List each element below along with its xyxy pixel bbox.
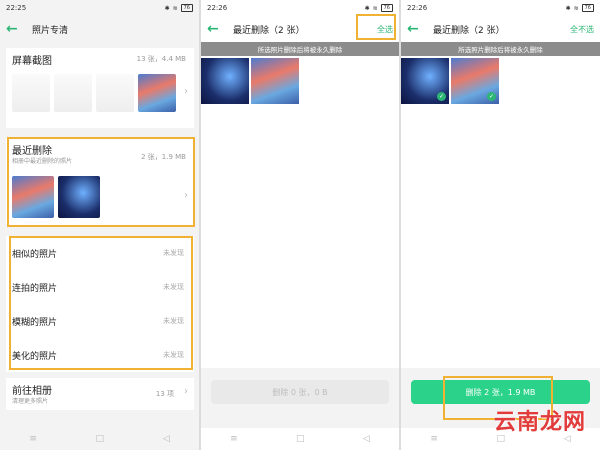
nav-home-icon[interactable]: □ [96, 434, 105, 444]
nav-menu-icon[interactable]: ≡ [230, 434, 238, 444]
wifi-icon: ≋ [372, 4, 378, 12]
go-to-album-card[interactable]: 前往相册 清理更多照片 13 项 › [6, 378, 194, 410]
back-arrow-icon[interactable]: ← [407, 22, 425, 36]
warning-banner: 所选照片删除后将被永久删除 [201, 42, 399, 56]
highlight-box [356, 14, 396, 40]
system-nav-bar: ≡ □ ◁ [0, 428, 199, 450]
chevron-right-icon: › [184, 86, 188, 97]
battery-indicator: 76 [581, 4, 594, 12]
screenshots-title: 屏幕截图 [12, 56, 52, 67]
thumbnail [138, 74, 176, 112]
chevron-right-icon: › [184, 386, 188, 397]
nav-back-icon[interactable]: ◁ [163, 434, 170, 444]
panel-photo-cleanup: 22:25 ✱ ≋ 76 ← 照片专清 屏幕截图 13 张，4.4 MB › 最… [0, 0, 199, 450]
album-meta: 13 项 [155, 390, 174, 398]
status-time: 22:26 [207, 4, 228, 12]
battery-indicator: 76 [380, 4, 393, 12]
panel-recent-deleted: 22:26 ✱ ≋ 76 ← 最近删除（2 张） 全选 所选照片删除后将被永久删… [201, 0, 399, 450]
watermark-logo: 云南龙网 [493, 410, 586, 435]
thumbnail [54, 74, 92, 112]
photo-thumbnail-selected[interactable]: ✓ [451, 58, 499, 104]
header: ← 照片专清 [0, 16, 199, 42]
photo-thumbnail[interactable] [251, 58, 299, 104]
bottom-action-area: 删除 0 张，0 B [201, 368, 399, 428]
page-title: 最近删除（2 张） [233, 25, 305, 36]
deselect-all-button[interactable]: 全不选 [570, 24, 594, 35]
nav-back-icon[interactable]: ◁ [363, 434, 370, 444]
check-icon: ✓ [437, 92, 446, 101]
nav-home-icon[interactable]: □ [296, 434, 305, 444]
bluetooth-icon: ✱ [164, 4, 170, 12]
wifi-icon: ≋ [573, 4, 579, 12]
page-title: 最近删除（2 张） [433, 25, 505, 36]
status-time: 22:25 [6, 4, 27, 12]
back-arrow-icon[interactable]: ← [207, 22, 225, 36]
thumbnail [96, 74, 134, 112]
delete-button[interactable]: 删除 0 张，0 B [211, 380, 389, 404]
nav-menu-icon[interactable]: ≡ [29, 434, 37, 444]
bluetooth-icon: ✱ [364, 4, 370, 12]
warning-banner: 所选照片删除后将被永久删除 [401, 42, 600, 56]
screenshots-meta: 13 张，4.4 MB [136, 55, 186, 63]
highlight-box [7, 137, 195, 227]
check-icon: ✓ [487, 92, 496, 101]
status-bar: 22:26 ✱ ≋ 76 [401, 0, 600, 16]
album-title: 前往相册 [12, 386, 52, 397]
photo-thumbnail[interactable] [201, 58, 249, 104]
thumbnail [12, 74, 50, 112]
nav-menu-icon[interactable]: ≡ [430, 434, 438, 444]
photo-thumbnail-selected[interactable]: ✓ [401, 58, 449, 104]
bluetooth-icon: ✱ [565, 4, 571, 12]
battery-indicator: 76 [180, 4, 193, 12]
highlight-box [9, 236, 193, 370]
status-time: 22:26 [407, 4, 428, 12]
system-nav-bar: ≡ □ ◁ [201, 428, 399, 450]
status-bar: 22:25 ✱ ≋ 76 [0, 0, 199, 16]
wifi-icon: ≋ [172, 4, 178, 12]
screenshots-card[interactable]: 屏幕截图 13 张，4.4 MB › [6, 48, 194, 128]
screenshots-thumbnails [12, 74, 176, 112]
back-arrow-icon[interactable]: ← [6, 22, 24, 36]
panel-recent-deleted-selected: 22:26 ✱ ≋ 76 ← 最近删除（2 张） 全不选 所选照片删除后将被永久… [401, 0, 600, 450]
album-subtitle: 清理更多照片 [12, 398, 49, 405]
header: ← 最近删除（2 张） 全不选 [401, 16, 600, 42]
page-title: 照片专清 [32, 25, 69, 36]
